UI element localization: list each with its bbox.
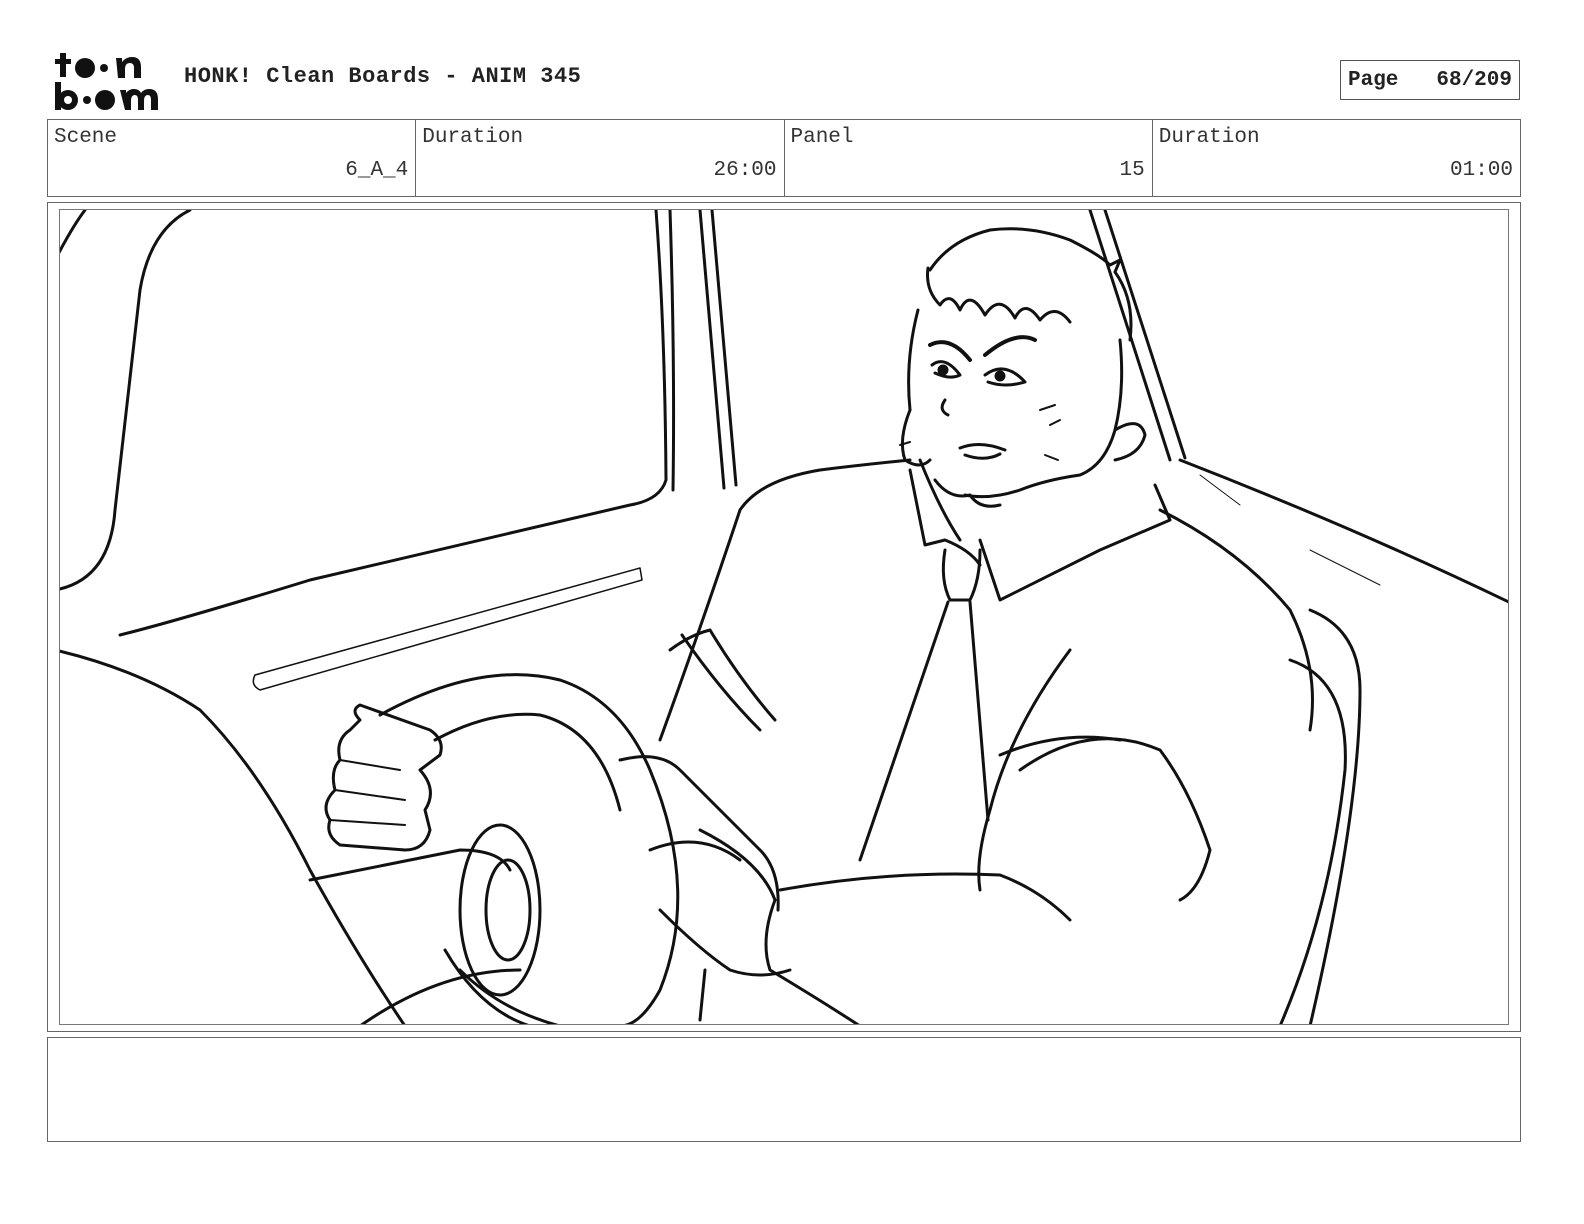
page-number: 68/209: [1436, 68, 1512, 92]
scene-duration-label: Duration: [422, 126, 524, 149]
scene-info-table: Scene 6_A_4 Duration 26:00 Panel 15 Dura…: [47, 119, 1521, 197]
page-label: Page: [1348, 68, 1399, 92]
scene-duration-cell: Duration 26:00: [416, 120, 785, 196]
scene-duration-value: 26:00: [713, 159, 777, 182]
panel-value: 15: [1119, 159, 1145, 182]
toon-boom-logo: [52, 50, 164, 112]
scene-cell: Scene 6_A_4: [48, 120, 417, 196]
scene-label: Scene: [54, 126, 118, 149]
scene-value: 6_A_4: [345, 159, 409, 182]
panel-notes-box: [47, 1037, 1521, 1142]
page-indicator: Page 68/209: [1340, 60, 1520, 100]
driver-sketch-illustration: [60, 210, 1508, 1024]
panel-label: Panel: [790, 126, 854, 149]
panel-duration-label: Duration: [1158, 126, 1260, 149]
panel-cell: Panel 15: [785, 120, 1153, 196]
storyboard-panel-drawing: [59, 209, 1509, 1025]
panel-duration-cell: Duration 01:00: [1153, 120, 1520, 196]
document-title: HONK! Clean Boards - ANIM 345: [184, 64, 582, 89]
panel-duration-value: 01:00: [1449, 159, 1513, 182]
